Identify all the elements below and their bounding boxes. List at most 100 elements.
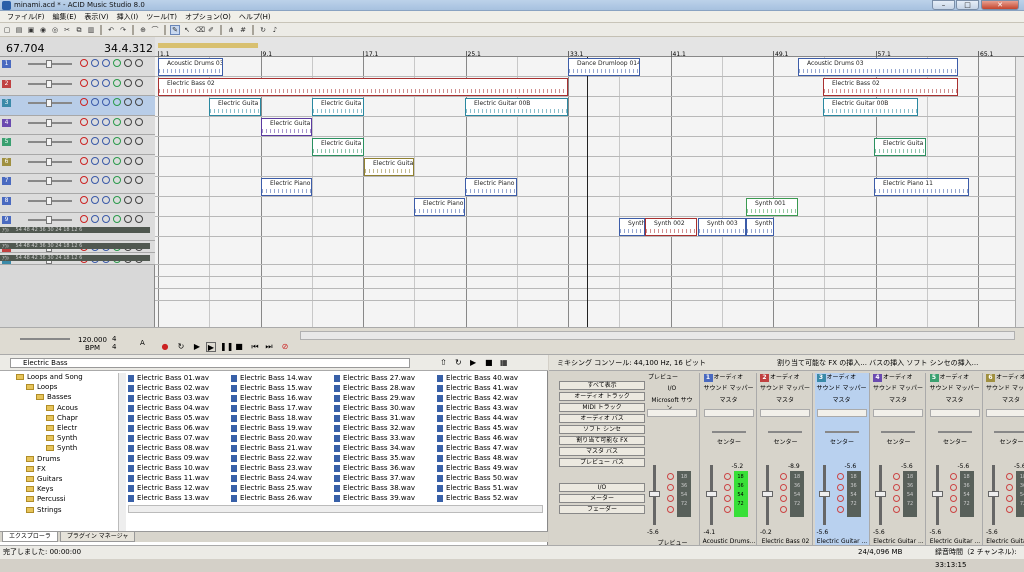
audio-event[interactable]: Acoustic Drums 03: [158, 58, 223, 76]
solo-icon[interactable]: [135, 78, 143, 87]
track-volume-slider[interactable]: [28, 118, 72, 127]
mixer-view-button[interactable]: オーディオ トラック: [559, 392, 645, 401]
file-item[interactable]: Electric Bass 39.wav: [334, 493, 434, 503]
go-to-end-icon[interactable]: ⏭: [264, 342, 274, 352]
fx-icon[interactable]: [91, 156, 99, 165]
tree-node[interactable]: Electr: [46, 424, 77, 432]
mixer-view-button[interactable]: すべて表示: [559, 381, 645, 390]
fx-icon[interactable]: [91, 98, 99, 106]
file-item[interactable]: Electric Bass 43.wav: [437, 403, 537, 413]
file-item[interactable]: Electric Bass 34.wav: [334, 443, 434, 453]
stop-icon[interactable]: ■: [234, 342, 244, 352]
fader-thumb[interactable]: [875, 491, 886, 497]
menu-item[interactable]: ツール(T): [142, 12, 181, 22]
strip-send[interactable]: [986, 409, 1024, 417]
go-to-start-icon[interactable]: ⏮: [250, 342, 260, 352]
file-item[interactable]: Electric Bass 17.wav: [231, 403, 331, 413]
mute-icon[interactable]: [124, 59, 132, 67]
render-icon[interactable]: ◉: [38, 25, 48, 35]
solo-icon[interactable]: [135, 176, 143, 184]
mixer-strip[interactable]: 6オーディオサウンド マッパーマスタセンター 18 36 54 72 -5.6 -5.6 El…: [984, 373, 1024, 545]
track-header[interactable]: 2: [0, 76, 155, 96]
fx-icon[interactable]: [1006, 495, 1013, 502]
volume-fader[interactable]: [818, 465, 830, 525]
mixer-strip[interactable]: 1 オーディオ サウンド マッパー マスタ センター 18 36 54 72 -5.2 -4.1 Ac…: [702, 373, 757, 545]
file-item[interactable]: Electric Bass 33.wav: [334, 433, 434, 443]
file-list[interactable]: Electric Bass 01.wav Electric Bass 02.wav…: [128, 373, 548, 513]
track-header[interactable]: 9 ｱｳﾄ 54 48 42 36 30 24 18 12 6: [0, 213, 155, 241]
fx-icon[interactable]: [91, 137, 99, 145]
strip-io[interactable]: I/O: [647, 385, 697, 393]
track-volume-slider[interactable]: [28, 196, 72, 205]
audio-event[interactable]: Acoustic Drums 03: [798, 58, 958, 76]
redo-icon[interactable]: ↷: [118, 25, 128, 35]
file-item[interactable]: Electric Bass 09.wav: [128, 453, 228, 463]
timeline-tracks[interactable]: Acoustic Drums 03 Dance Drumloop 014 Acous…: [155, 57, 1015, 327]
strip-send[interactable]: [873, 409, 923, 417]
slider-thumb[interactable]: [46, 99, 52, 107]
strip-io[interactable]: サウンド マッパー: [930, 385, 980, 393]
mixer-view-button[interactable]: メーター: [559, 494, 645, 503]
pan-slider[interactable]: [824, 431, 859, 433]
solo-icon[interactable]: [1006, 484, 1013, 491]
solo-icon[interactable]: [135, 59, 143, 67]
mute-icon[interactable]: [124, 137, 132, 145]
pan-slider[interactable]: [881, 431, 915, 433]
arm-icon[interactable]: [893, 506, 900, 513]
tree-node[interactable]: Guitars: [26, 475, 62, 483]
refresh-icon[interactable]: ↻: [455, 358, 462, 367]
strip-output[interactable]: マスタ: [873, 397, 923, 405]
explorer-path[interactable]: Electric Bass: [10, 358, 410, 368]
copy-icon[interactable]: ⧉: [74, 25, 84, 35]
audio-event[interactable]: Electric Guitar 00B: [823, 98, 918, 116]
arm-icon[interactable]: [1006, 506, 1013, 513]
file-item[interactable]: Electric Bass 01.wav: [128, 373, 228, 383]
audio-event[interactable]: Electric Guita: [364, 158, 414, 176]
slider-thumb[interactable]: [46, 138, 52, 146]
track-header[interactable]: 7: [0, 174, 155, 194]
tempo-display[interactable]: 120.000 BPM: [78, 336, 107, 352]
tree-node[interactable]: Loops and Song: [16, 373, 83, 381]
zoom-icon[interactable]: ⊕: [138, 25, 148, 35]
strip-send[interactable]: [929, 409, 980, 417]
audio-event[interactable]: Electric Guita: [874, 138, 926, 156]
file-item[interactable]: Electric Bass 32.wav: [334, 423, 434, 433]
file-item[interactable]: Electric Bass 22.wav: [231, 453, 331, 463]
solo-icon[interactable]: [135, 195, 143, 204]
fader-thumb[interactable]: [988, 491, 999, 497]
file-item[interactable]: Electric Bass 12.wav: [128, 483, 228, 493]
audio-event[interactable]: Electric Piano: [465, 178, 517, 196]
volume-fader[interactable]: [649, 465, 660, 525]
arm-icon[interactable]: [723, 506, 731, 513]
track-volume-slider[interactable]: [28, 60, 72, 68]
solo-icon[interactable]: [949, 484, 957, 491]
track-header[interactable]: 8: [0, 193, 155, 213]
envelope-icon[interactable]: [113, 215, 121, 223]
record-arm-icon[interactable]: [80, 59, 88, 67]
track-header[interactable]: 1: [0, 57, 155, 77]
paint-tool-icon[interactable]: ✐: [206, 25, 216, 35]
tree-scrollbar[interactable]: [118, 373, 126, 535]
automation-icon[interactable]: [102, 176, 110, 184]
tree-node[interactable]: Chapr: [46, 414, 78, 422]
folder-tree[interactable]: Loops and Song Loops Basses Acous Chapr Elect…: [10, 373, 122, 535]
file-item[interactable]: Electric Bass 20.wav: [231, 433, 331, 443]
audio-event[interactable]: Dance Drumloop 014: [568, 58, 640, 76]
audio-event[interactable]: Electric Bass 02: [823, 78, 958, 96]
audio-event[interactable]: Synth 003: [698, 218, 746, 236]
fx-icon[interactable]: [780, 495, 787, 502]
file-item[interactable]: Electric Bass 10.wav: [128, 463, 228, 473]
slider-thumb[interactable]: [46, 118, 52, 127]
file-item[interactable]: Electric Bass 27.wav: [334, 373, 434, 383]
envelope-tool-icon[interactable]: ⌒: [150, 25, 160, 35]
zoom-slider[interactable]: [20, 338, 70, 340]
mixer-strip[interactable]: 4 オーディオ サウンド マッパー マスタ センター 18 36 54 72 -5.6 -5.6 El…: [871, 373, 926, 545]
track-volume-slider[interactable]: [28, 138, 72, 146]
mixer-view-button[interactable]: オーディオ バス: [559, 414, 645, 423]
mixer-view-button[interactable]: プレビュー バス: [559, 458, 645, 467]
fx-icon[interactable]: [949, 495, 957, 502]
audio-event[interactable]: Electric Guita: [312, 98, 364, 116]
audio-event[interactable]: Synth: [746, 218, 774, 236]
loop-tool-icon[interactable]: ↻: [258, 25, 268, 35]
tree-node[interactable]: FX: [26, 465, 46, 473]
